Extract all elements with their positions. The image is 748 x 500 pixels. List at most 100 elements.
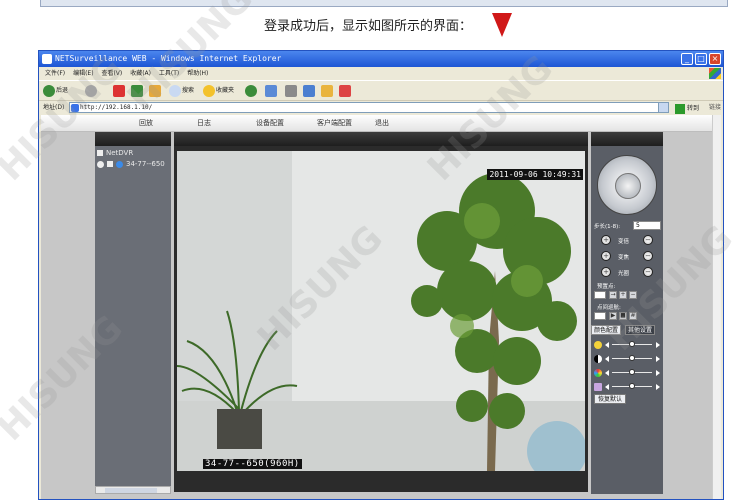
favorites-button[interactable]: 收藏夹 [203, 84, 234, 98]
cruise-grid-button[interactable]: # [629, 312, 637, 320]
dvr-icon [97, 150, 103, 156]
nav-client-config[interactable]: 客户端配置 [317, 115, 352, 131]
go-button[interactable]: 转到 [675, 102, 699, 116]
print-button[interactable] [285, 84, 298, 98]
menu-favorites[interactable]: 收藏(A) [130, 70, 151, 77]
minimize-button[interactable]: _ [681, 53, 693, 65]
research-button[interactable] [339, 84, 352, 98]
refresh-button[interactable] [131, 84, 144, 98]
search-button[interactable]: 搜索 [169, 84, 194, 98]
device-tree-channel[interactable]: 34-77--650 [97, 160, 165, 168]
forward-arrow-icon [85, 84, 97, 97]
cruise-stop-button[interactable]: ■ [619, 312, 627, 320]
edit-icon [303, 84, 315, 97]
menu-help[interactable]: 帮助(H) [187, 70, 208, 77]
title-bar: NETSurveillance WEB - Windows Internet E… [39, 51, 723, 67]
stop-button[interactable] [113, 84, 126, 98]
channel-status-icon [97, 160, 104, 168]
decrease-icon[interactable] [605, 384, 609, 390]
address-input[interactable]: http://192.168.1.10/ [69, 102, 669, 113]
panel-header [591, 132, 663, 146]
address-label: 地址(D) [43, 104, 65, 111]
scrollbar-thumb[interactable] [105, 488, 157, 493]
window-title: NETSurveillance WEB - Windows Internet E… [55, 54, 282, 63]
links-button[interactable]: 链接 [709, 101, 721, 115]
increase-icon[interactable] [656, 384, 660, 390]
slider-knob[interactable] [629, 355, 635, 361]
go-arrow-icon [675, 103, 685, 114]
device-tree-panel: NetDVR 34-77--650 [95, 132, 171, 494]
cruise-label: 点间巡航: [597, 305, 621, 311]
home-button[interactable] [149, 84, 162, 98]
address-bar: 地址(D) http://192.168.1.10/ 转到 链接 [39, 100, 723, 115]
preset-add-button[interactable]: + [619, 291, 627, 299]
step-select[interactable]: 5 [633, 221, 661, 230]
decrease-icon[interactable] [605, 342, 609, 348]
preset-delete-button[interactable]: − [629, 291, 637, 299]
star-icon [203, 84, 215, 97]
close-button[interactable]: × [709, 53, 721, 65]
nav-log[interactable]: 日志 [197, 115, 211, 131]
decrease-icon[interactable] [605, 370, 609, 376]
tab-color-config[interactable]: 颜色配置 [591, 325, 622, 335]
cruise-input[interactable] [594, 312, 606, 320]
ie-icon [42, 54, 52, 64]
maximize-button[interactable]: □ [695, 53, 707, 65]
panel-header [174, 132, 588, 146]
mail-button[interactable] [265, 84, 278, 98]
iris-close-button[interactable]: − [643, 267, 653, 277]
increase-icon[interactable] [656, 370, 660, 376]
slider-knob[interactable] [629, 369, 635, 375]
focus-near-button[interactable]: + [601, 251, 611, 261]
slider-knob[interactable] [629, 383, 635, 389]
address-url: http://192.168.1.10/ [80, 104, 153, 111]
live-video[interactable]: 2011-09-06 10:49:31 34-77--650(960H) [177, 151, 585, 471]
nav-playback[interactable]: 回放 [139, 115, 153, 131]
forward-button[interactable] [85, 84, 98, 98]
brightness-icon [594, 341, 602, 349]
refresh-icon [131, 84, 143, 97]
cruise-start-button[interactable]: ▶ [609, 312, 617, 320]
slider-knob[interactable] [629, 341, 635, 347]
history-button[interactable] [245, 84, 258, 98]
increase-icon[interactable] [656, 356, 660, 362]
hue-slider[interactable] [594, 382, 660, 392]
menu-bar: 文件(F) 编辑(E) 查看(V) 收藏(A) 工具(T) 帮助(H) [39, 67, 723, 80]
print-icon [285, 84, 297, 97]
menu-file[interactable]: 文件(F) [45, 70, 65, 77]
ptz-direction-pad[interactable] [597, 155, 657, 215]
address-dropdown-icon[interactable] [658, 103, 668, 112]
web-content: 回放 日志 设备配置 客户端配置 退出 NetDVR 34-77--650 20… [41, 115, 721, 499]
device-tree-root[interactable]: NetDVR [97, 149, 133, 157]
iris-label: 光圈 [618, 271, 630, 277]
tab-other-settings[interactable]: 其他设置 [625, 325, 656, 335]
nav-logout[interactable]: 退出 [375, 115, 389, 131]
menu-tools[interactable]: 工具(T) [159, 70, 179, 77]
menu-edit[interactable]: 编辑(E) [73, 70, 93, 77]
zoom-in-button[interactable]: + [601, 235, 611, 245]
tree-horizontal-scrollbar[interactable] [95, 486, 171, 494]
saturation-slider[interactable] [594, 368, 660, 378]
iris-open-button[interactable]: + [601, 267, 611, 277]
windows-logo-icon [709, 68, 721, 79]
edit-button[interactable] [303, 84, 316, 98]
zoom-label: 变倍 [618, 239, 630, 245]
decrease-icon[interactable] [605, 356, 609, 362]
preset-input[interactable] [594, 291, 606, 299]
increase-icon[interactable] [656, 342, 660, 348]
contrast-slider[interactable] [594, 354, 660, 364]
hue-icon [594, 383, 602, 391]
page-scrollbar[interactable] [712, 115, 721, 499]
restore-default-button[interactable]: 恢复默认 [594, 394, 627, 404]
back-button[interactable]: 后退 [43, 84, 68, 98]
zoom-out-button[interactable]: − [643, 235, 653, 245]
brightness-slider[interactable] [594, 340, 660, 350]
preset-goto-button[interactable]: → [609, 291, 617, 299]
preset-label: 预置点: [597, 284, 616, 290]
messenger-button[interactable] [321, 84, 334, 98]
ptz-panel: 步长(1-8): 5 + 变倍 − + 变焦 − + 光圈 − 预置点: → +… [591, 132, 663, 494]
menu-view[interactable]: 查看(V) [101, 70, 122, 77]
ptz-center-button[interactable] [615, 173, 641, 199]
focus-far-button[interactable]: − [643, 251, 653, 261]
nav-device-config[interactable]: 设备配置 [256, 115, 284, 131]
